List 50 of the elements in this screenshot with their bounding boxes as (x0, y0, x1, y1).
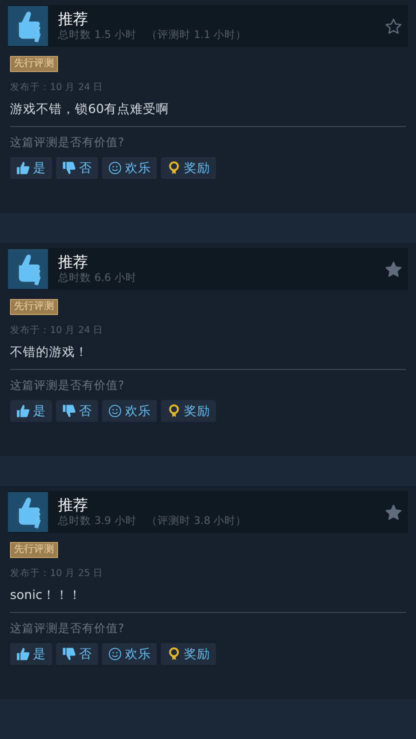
award-button[interactable]: 奖励 (161, 157, 216, 179)
thumbs-down-icon (62, 404, 76, 418)
no-button[interactable]: 否 (56, 643, 98, 665)
award-ribbon-icon (167, 161, 181, 175)
no-button[interactable]: 否 (56, 400, 98, 422)
no-button[interactable]: 否 (56, 157, 98, 179)
posted-date: 发布于：10 月 24 日 (10, 324, 104, 337)
yes-button[interactable]: 是 (10, 157, 52, 179)
review-verdict: 推荐 (58, 253, 89, 271)
thumbs-up-icon (16, 161, 30, 175)
yes-button[interactable]: 是 (10, 400, 52, 422)
funny-button[interactable]: 欢乐 (102, 643, 157, 665)
thumbs-up-icon (8, 492, 48, 532)
early-access-tag: 先行评测 (10, 542, 58, 558)
early-access-tag: 先行评测 (10, 56, 58, 72)
thumbs-up-icon (16, 647, 30, 661)
thumbs-up-icon (16, 404, 30, 418)
thumbs-down-icon (62, 161, 76, 175)
total-playtime: 总时数 1.5 小时 (58, 28, 136, 42)
playtime-at-review: （评测时 3.8 小时） (146, 514, 247, 528)
award-button[interactable]: 奖励 (161, 643, 216, 665)
award-ribbon-icon (167, 404, 181, 418)
thumbs-down-icon (62, 647, 76, 661)
star-icon[interactable] (385, 260, 402, 278)
total-playtime: 总时数 3.9 小时 (58, 514, 136, 528)
helpful-question: 这篇评测是否有价值? (10, 378, 126, 393)
award-button[interactable]: 奖励 (161, 400, 216, 422)
thumbs-up-icon (8, 6, 48, 46)
playtime-at-review: （评测时 1.1 小时） (146, 28, 247, 42)
review-verdict: 推荐 (58, 10, 89, 28)
posted-date: 发布于：10 月 24 日 (10, 81, 104, 94)
star-icon[interactable] (385, 504, 402, 520)
yes-button[interactable]: 是 (10, 643, 52, 665)
star-icon[interactable] (385, 18, 402, 34)
posted-date: 发布于：10 月 25 日 (10, 567, 104, 580)
review-text: sonic！！！ (10, 586, 82, 604)
review-text: 不错的游戏！ (10, 343, 89, 361)
review-text: 游戏不错，锁60有点难受啊 (10, 100, 170, 118)
smiley-icon (108, 404, 122, 418)
early-access-tag: 先行评测 (10, 299, 58, 315)
helpful-question: 这篇评测是否有价值? (10, 135, 126, 150)
smiley-icon (108, 647, 122, 661)
award-ribbon-icon (167, 647, 181, 661)
helpful-question: 这篇评测是否有价值? (10, 621, 126, 636)
funny-button[interactable]: 欢乐 (102, 157, 157, 179)
smiley-icon (108, 161, 122, 175)
total-playtime: 总时数 6.6 小时 (58, 271, 136, 285)
funny-button[interactable]: 欢乐 (102, 400, 157, 422)
review-verdict: 推荐 (58, 496, 89, 514)
thumbs-up-icon (8, 249, 48, 289)
